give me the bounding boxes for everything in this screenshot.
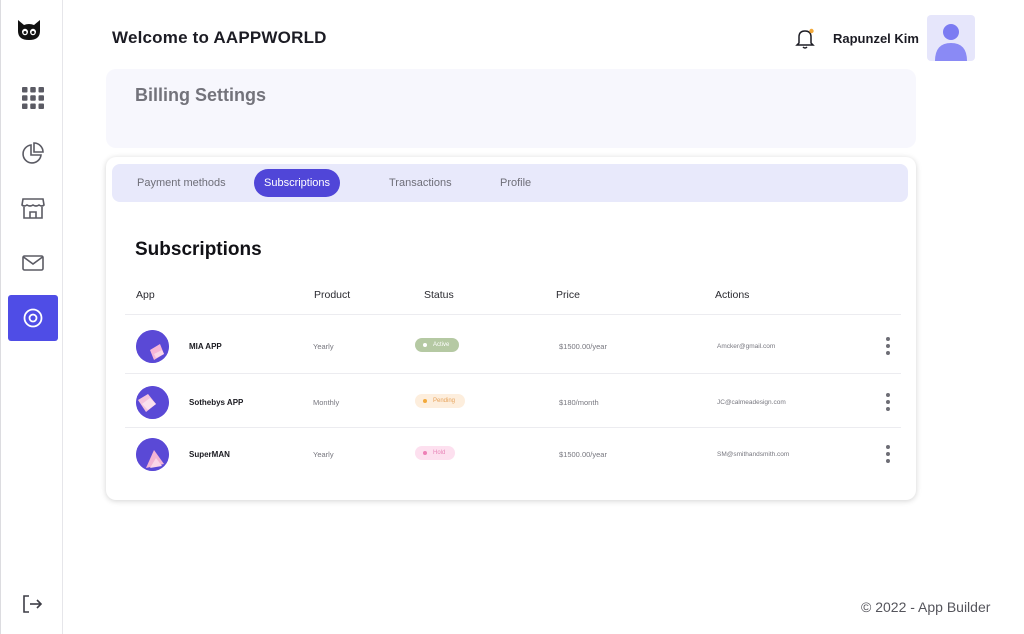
row-divider [125, 314, 901, 315]
more-options-icon[interactable] [884, 445, 892, 463]
logout-icon[interactable] [21, 593, 43, 615]
store-icon[interactable] [8, 185, 58, 231]
bell-icon[interactable] [794, 27, 816, 49]
user-name[interactable]: Rapunzel Kim [833, 31, 919, 46]
column-header-product: Product [314, 289, 351, 301]
table-row[interactable]: SuperMAN Yearly Hold $1500.00/year SM@sm… [106, 437, 916, 489]
app-name: MIA APP [189, 342, 222, 351]
email-cell[interactable]: Amcker@gmail.com [717, 343, 775, 350]
product-cell: Monthly [313, 398, 340, 407]
subscriptions-card: Payment methods Subscriptions Transactio… [106, 157, 916, 500]
app-icon [136, 386, 169, 419]
status-badge: Active [415, 338, 460, 352]
price-cell: $1500.00/year [559, 450, 607, 459]
sidebar [0, 0, 63, 634]
product-cell: Yearly [313, 342, 334, 351]
price-cell: $180/month [559, 398, 599, 407]
tab-subscriptions[interactable]: Subscriptions [254, 169, 341, 197]
email-cell[interactable]: JC@calmeadesign.com [717, 399, 786, 406]
status-badge: Hold [415, 446, 456, 460]
more-options-icon[interactable] [884, 337, 892, 355]
pie-chart-icon[interactable] [8, 130, 58, 176]
settings-circle-icon[interactable] [8, 295, 58, 341]
app-icon [136, 438, 169, 471]
status-dot [423, 343, 427, 347]
tab-profile[interactable]: Profile [490, 169, 541, 197]
status-text: Pending [433, 398, 456, 404]
subscriptions-title: Subscriptions [135, 239, 262, 260]
app-icon [136, 330, 169, 363]
price-cell: $1500.00/year [559, 342, 607, 351]
avatar[interactable] [927, 15, 975, 61]
table-row[interactable]: MIA APP Yearly Active $1500.00/year Amck… [106, 329, 916, 381]
app-name: Sothebys APP [189, 398, 244, 407]
column-header-status: Status [424, 289, 454, 301]
app-name: SuperMAN [189, 450, 230, 459]
billing-settings-panel: Billing Settings [106, 69, 916, 148]
column-header-price: Price [556, 289, 580, 301]
cat-face-icon[interactable] [15, 16, 43, 44]
product-cell: Yearly [313, 450, 334, 459]
mail-icon[interactable] [8, 240, 58, 286]
status-dot [423, 451, 427, 455]
table-row[interactable]: Sothebys APP Monthly Pending $180/month … [106, 385, 916, 437]
status-dot [423, 399, 427, 403]
app-root: Welcome to AAPPWORLD Rapunzel Kim Billin… [0, 0, 1024, 634]
tab-payment-methods[interactable]: Payment methods [127, 169, 236, 197]
more-options-icon[interactable] [884, 393, 892, 411]
column-header-app: App [136, 289, 155, 301]
tab-bar: Payment methods Subscriptions Transactio… [112, 164, 908, 202]
grid-icon[interactable] [8, 75, 58, 121]
status-text: Hold [433, 450, 446, 456]
status-text: Active [433, 342, 450, 348]
page-title: Welcome to AAPPWORLD [112, 28, 327, 47]
tab-transactions[interactable]: Transactions [379, 169, 462, 197]
column-header-actions: Actions [715, 289, 750, 301]
footer-copyright: © 2022 - App Builder [861, 599, 991, 615]
status-badge: Pending [415, 394, 466, 408]
billing-settings-title: Billing Settings [135, 85, 267, 105]
email-cell[interactable]: SM@smithandsmith.com [717, 451, 789, 458]
